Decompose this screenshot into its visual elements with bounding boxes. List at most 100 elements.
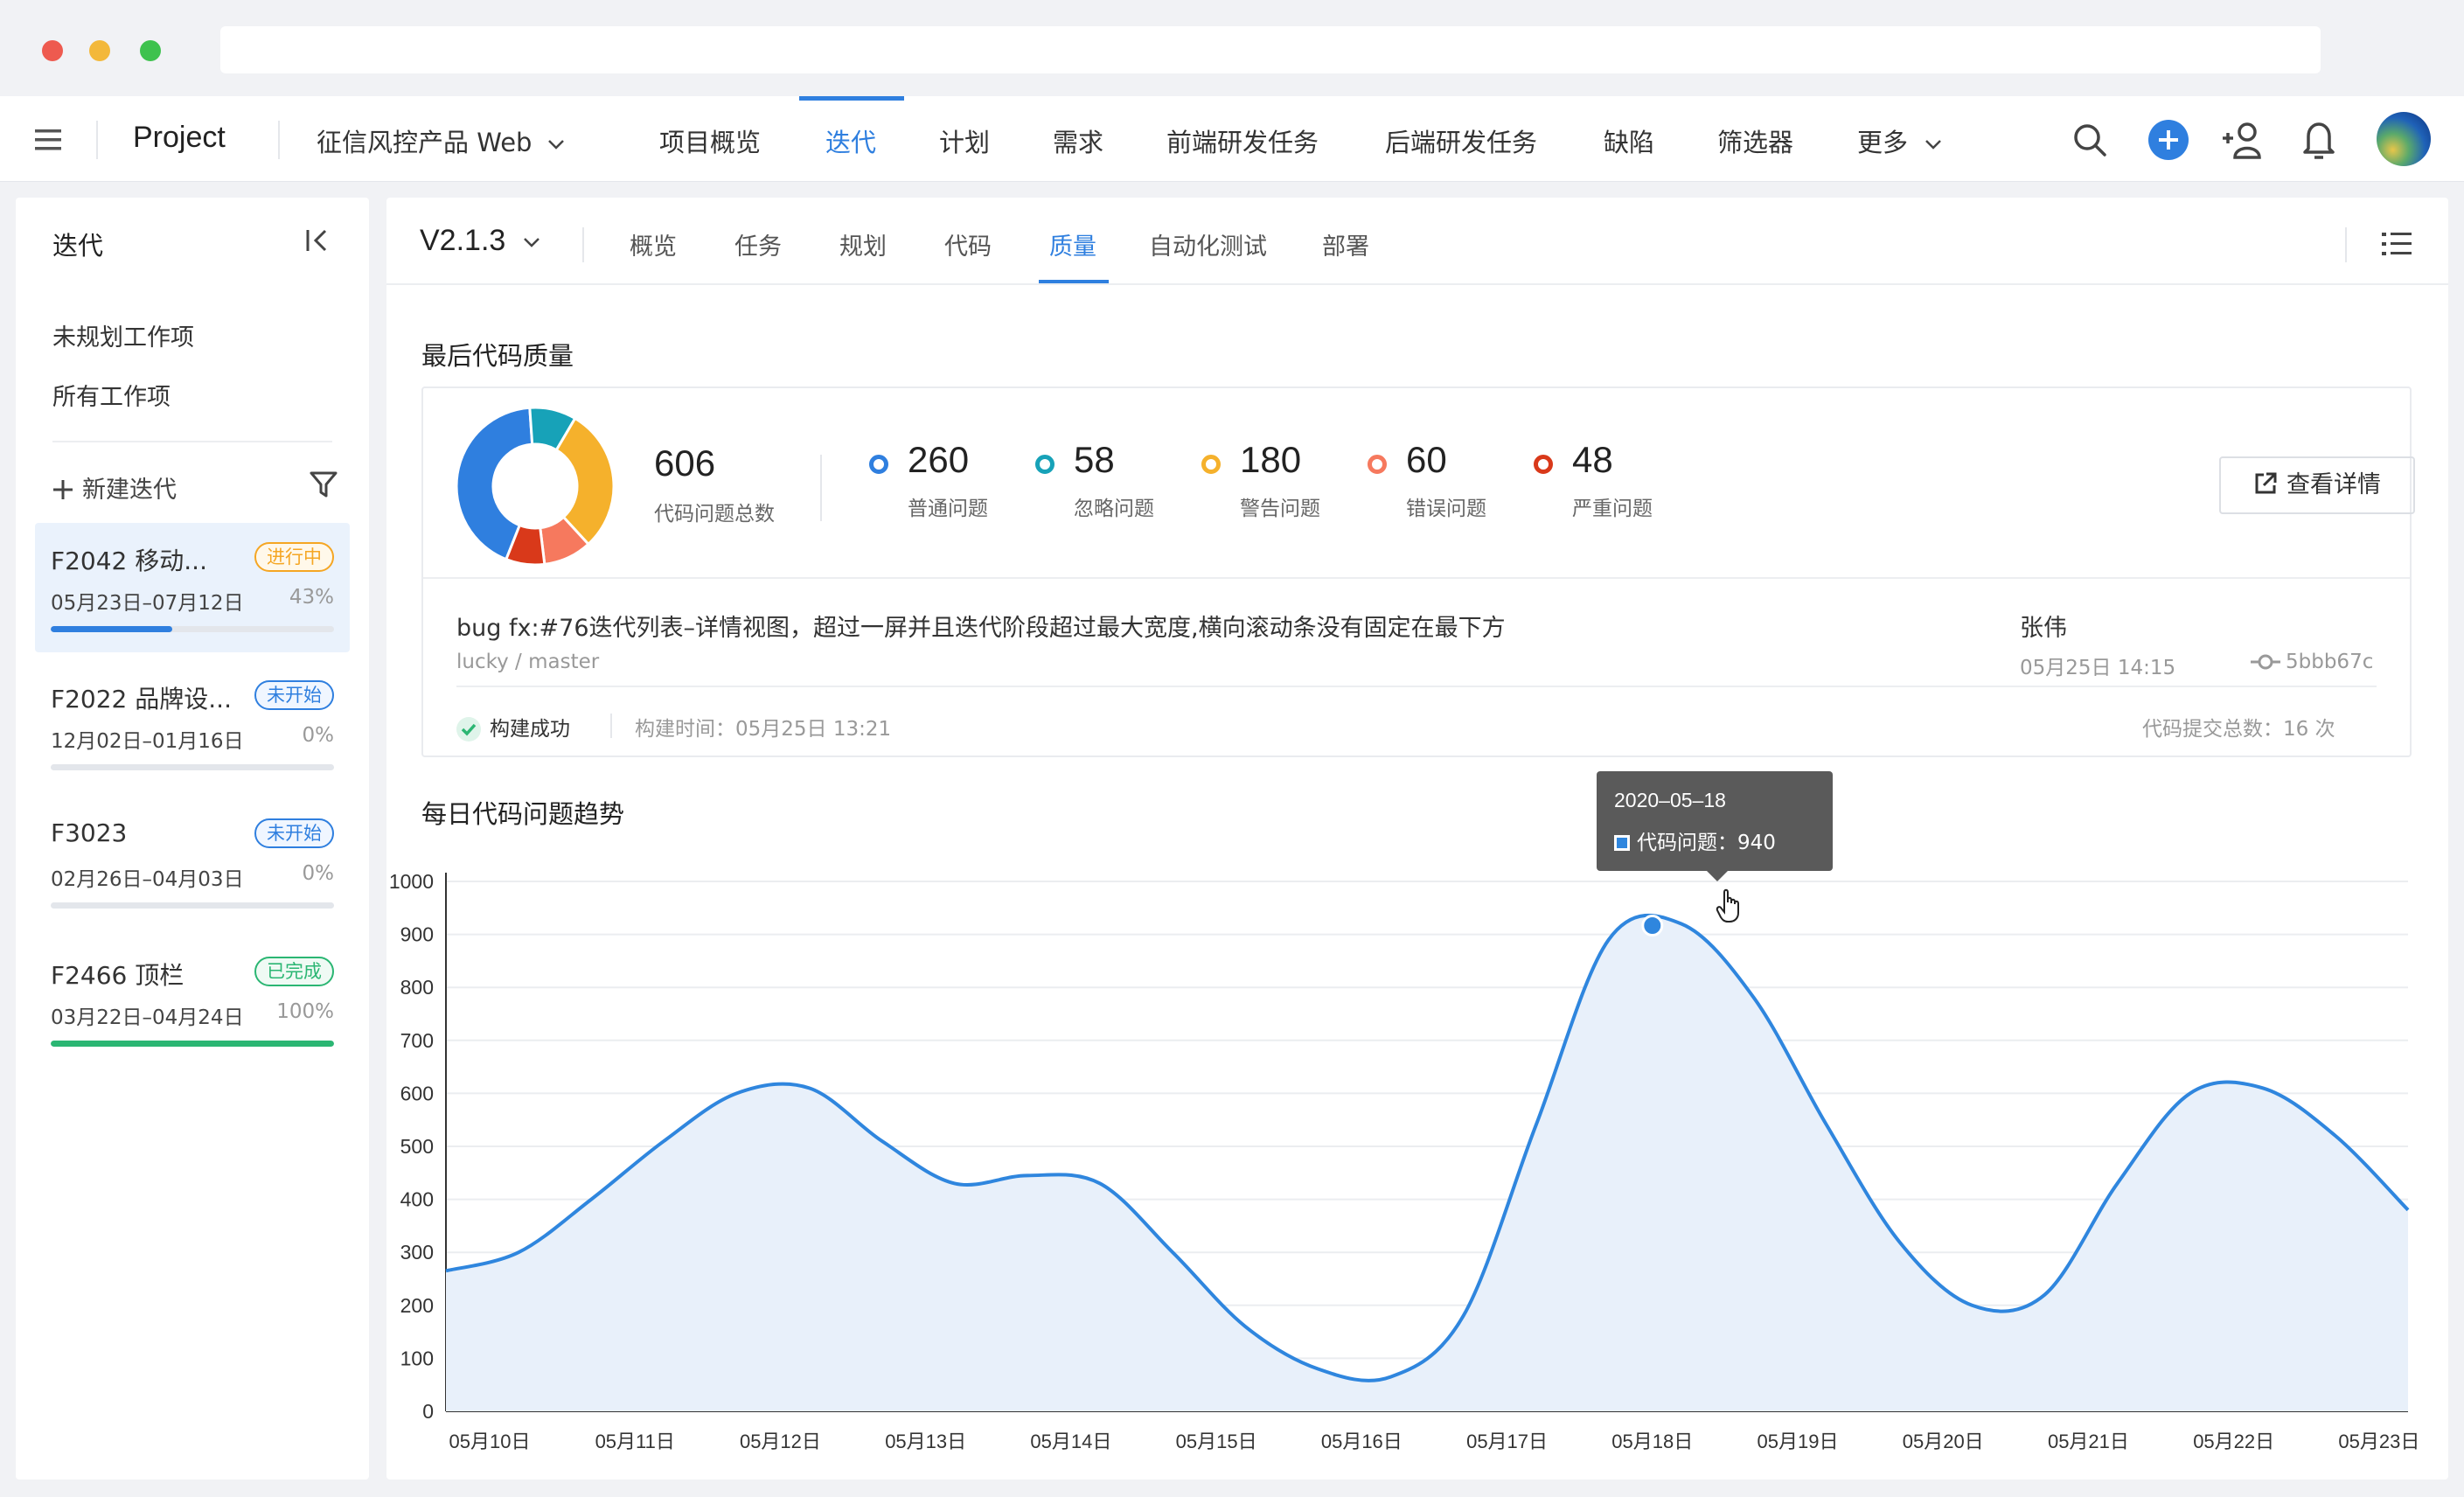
nav-requirements[interactable]: 需求	[1053, 122, 1103, 159]
warning-issue-marker	[1201, 455, 1221, 474]
avatar[interactable]	[2377, 112, 2431, 166]
status-badge: 已完成	[254, 957, 334, 986]
add-member-icon[interactable]	[2221, 121, 2265, 159]
y-tick-label: 300	[400, 1241, 434, 1264]
nav-more-label: 更多	[1857, 128, 1909, 157]
subtab-quality[interactable]: 质量	[1049, 227, 1096, 261]
commit-hash-text: 5bbb67c	[2286, 651, 2374, 673]
address-bar[interactable]	[220, 26, 2321, 73]
ignored-issue-count: 58	[1074, 439, 1115, 480]
x-tick-label: 05月14日	[1030, 1431, 1111, 1452]
new-iteration-button[interactable]: 新建迭代	[52, 470, 177, 505]
collapse-sidebar-icon[interactable]	[304, 227, 331, 254]
error-issue-label: 错误问题	[1406, 498, 1486, 520]
minimize-window-button[interactable]	[89, 40, 110, 61]
critical-issue-marker	[1534, 455, 1553, 474]
maximize-window-button[interactable]	[140, 40, 161, 61]
total-issues-value: 606	[654, 442, 716, 484]
hand-cursor-icon	[1716, 888, 1739, 923]
tooltip-date: 2020–05–18	[1614, 789, 1726, 811]
close-window-button[interactable]	[42, 40, 63, 61]
progress-fill	[51, 1041, 334, 1047]
iteration-item[interactable]: F2466 顶栏 已完成 03月22日–04月24日 100%	[35, 937, 350, 1067]
tooltip-value-text: 代码问题：940	[1637, 832, 1776, 854]
status-badge: 未开始	[254, 818, 334, 848]
highlight-point	[1641, 914, 1664, 936]
chart-tooltip: 2020–05–18 代码问题：940	[1597, 771, 1833, 881]
x-tick-label: 05月21日	[2048, 1431, 2129, 1452]
y-tick-label: 0	[422, 1400, 434, 1423]
commit-icon	[2251, 654, 2280, 670]
iteration-item[interactable]: F2022 品牌设... 未开始 12月02日–01月16日 0%	[35, 661, 350, 790]
iteration-name: F2042 移动...	[51, 547, 207, 575]
normal-issue-marker	[869, 455, 888, 474]
divider	[52, 441, 332, 442]
commit-author: 张伟	[2020, 615, 2067, 642]
nav-iterations[interactable]: 迭代	[825, 122, 876, 159]
product-selector[interactable]: 征信风控产品 Web	[317, 122, 565, 159]
sidebar-link-all[interactable]: 所有工作项	[52, 378, 171, 412]
iteration-progress-text: 100%	[276, 1000, 334, 1023]
list-view-icon[interactable]	[2382, 231, 2412, 257]
y-tick-label: 200	[400, 1294, 434, 1317]
nav-frontend-tasks[interactable]: 前端研发任务	[1166, 122, 1319, 159]
iteration-item[interactable]: F3023 未开始 02月26日–04月03日 0%	[35, 799, 350, 929]
build-status-label: 构建成功	[490, 718, 570, 741]
add-icon[interactable]	[2147, 119, 2189, 161]
x-tick-label: 05月23日	[2338, 1431, 2419, 1452]
issue-stats: 260 普通问题 58 忽略问题 180 警告问题 60 错误问题 48 严重问…	[869, 439, 1656, 526]
subtab-tasks[interactable]: 任务	[734, 227, 782, 261]
bell-icon[interactable]	[2301, 119, 2336, 161]
commit-hash[interactable]: 5bbb67c	[2251, 651, 2373, 673]
version-selector[interactable]: V2.1.3	[420, 224, 540, 258]
menu-icon[interactable]	[35, 129, 61, 150]
commit-time: 05月25日 14:15	[2020, 657, 2176, 679]
subtab-deploy[interactable]: 部署	[1322, 227, 1369, 261]
chevron-down-icon	[523, 238, 539, 247]
x-tick-label: 05月19日	[1758, 1431, 1839, 1452]
plus-icon	[53, 480, 73, 499]
project-label[interactable]: Project	[133, 121, 226, 155]
nav-plan[interactable]: 计划	[939, 122, 990, 159]
iteration-name: F2466 顶栏	[51, 961, 184, 990]
filter-icon[interactable]	[310, 470, 338, 498]
commit-message[interactable]: bug fx:#76迭代列表–详情视图，超过一屏并且迭代阶段超过最大宽度,横向滚…	[456, 609, 1506, 643]
error-issue-count: 60	[1406, 439, 1447, 480]
quality-card: 606 代码问题总数 260 普通问题 58 忽略问题 180 警告问题 60 …	[421, 386, 2415, 757]
y-tick-label: 700	[400, 1029, 434, 1052]
view-details-label: 查看详情	[2287, 471, 2381, 498]
warning-issue-label: 警告问题	[1240, 498, 1320, 520]
iteration-item[interactable]: F2042 移动... 进行中 05月23日–07月12日 43%	[35, 523, 350, 652]
main-panel: V2.1.3 概览 任务 规划 代码 质量 自动化测试 部署 最后代码质量 60…	[386, 198, 2448, 1480]
nav-overview[interactable]: 项目概览	[659, 122, 761, 159]
nav-more[interactable]: 更多	[1857, 122, 1942, 159]
sidebar-title: 迭代	[52, 231, 104, 261]
total-issues-label: 代码问题总数	[654, 503, 775, 526]
view-details-button[interactable]: 查看详情	[2219, 456, 2415, 514]
tooltip-value: 代码问题：940	[1614, 825, 1776, 855]
y-tick-label: 1000	[389, 870, 434, 893]
nav-defects[interactable]: 缺陷	[1604, 122, 1654, 159]
nav-filters[interactable]: 筛选器	[1717, 122, 1793, 159]
subtab-automation-test[interactable]: 自动化测试	[1149, 227, 1267, 261]
subtab-overview[interactable]: 概览	[630, 227, 677, 261]
iteration-progress-text: 0%	[302, 862, 335, 885]
sidebar-link-unplanned[interactable]: 未规划工作项	[52, 318, 194, 352]
nav-backend-tasks[interactable]: 后端研发任务	[1385, 122, 1537, 159]
x-tick-label: 05月15日	[1176, 1431, 1257, 1452]
y-tick-label: 500	[400, 1135, 434, 1158]
x-tick-label: 05月12日	[740, 1431, 821, 1452]
subtab-code[interactable]: 代码	[944, 227, 992, 261]
divider	[456, 686, 2377, 687]
status-badge: 进行中	[254, 542, 334, 572]
quality-section-title: 最后代码质量	[421, 341, 574, 371]
error-issue-marker	[1368, 455, 1387, 474]
progress-bar	[51, 626, 334, 632]
iteration-dates: 03月22日–04月24日	[51, 1006, 244, 1029]
divider	[423, 577, 2410, 579]
commit-count: 代码提交总数：16 次	[2142, 718, 2335, 741]
search-icon[interactable]	[2072, 122, 2107, 157]
iteration-name: F3023	[51, 818, 128, 847]
iteration-dates: 05月23日–07月12日	[51, 592, 244, 615]
subtab-planning[interactable]: 规划	[839, 227, 887, 261]
